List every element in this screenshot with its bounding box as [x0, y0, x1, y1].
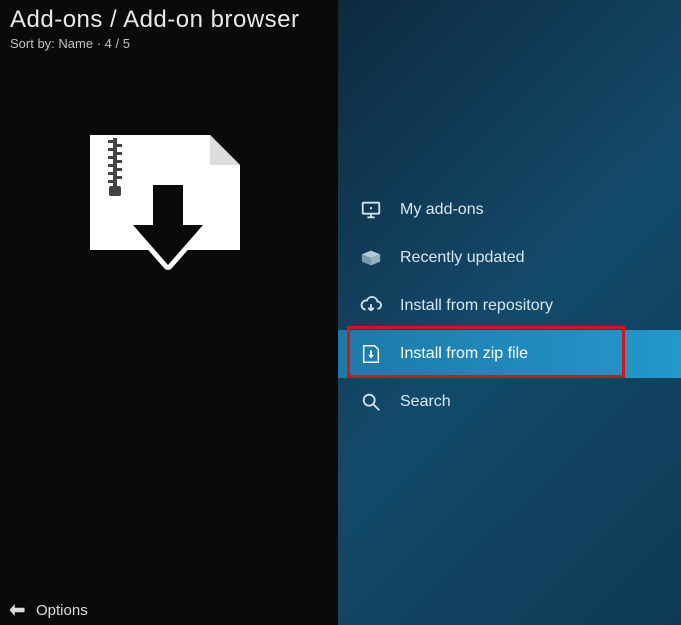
- search-icon: [360, 391, 382, 413]
- sort-prefix: Sort by:: [10, 36, 58, 51]
- side-panel: Add-ons / Add-on browser Sort by: Name ·…: [0, 0, 338, 625]
- sort-line: Sort by: Name · 4 / 5: [10, 36, 328, 51]
- options-arrow-icon: [8, 601, 26, 619]
- breadcrumb: Add-ons / Add-on browser: [10, 6, 328, 34]
- menu-item-install-zip[interactable]: Install from zip file: [338, 330, 681, 378]
- menu-item-search[interactable]: Search: [338, 378, 681, 426]
- cloud-download-icon: [360, 295, 382, 317]
- sort-value: Name: [58, 36, 93, 51]
- options-button[interactable]: Options: [8, 601, 88, 619]
- list-position: 4 / 5: [105, 36, 130, 51]
- menu-item-label: Install from zip file: [400, 345, 528, 363]
- header: Add-ons / Add-on browser Sort by: Name ·…: [0, 0, 338, 51]
- menu-item-my-addons[interactable]: My add-ons: [338, 186, 681, 234]
- box-open-icon: [360, 247, 382, 269]
- menu-item-install-repository[interactable]: Install from repository: [338, 282, 681, 330]
- zip-file-artwork: [85, 130, 245, 270]
- main-panel: My add-ons Recently updated: [338, 0, 681, 625]
- app-root: Add-ons / Add-on browser Sort by: Name ·…: [0, 0, 681, 625]
- options-label: Options: [36, 602, 88, 619]
- zip-install-icon: [360, 343, 382, 365]
- menu-list: My add-ons Recently updated: [338, 186, 681, 426]
- monitor-icon: [360, 199, 382, 221]
- menu-item-recently-updated[interactable]: Recently updated: [338, 234, 681, 282]
- sort-separator: ·: [93, 36, 105, 51]
- menu-item-label: Recently updated: [400, 249, 525, 267]
- menu-item-label: Install from repository: [400, 297, 553, 315]
- menu-item-label: Search: [400, 393, 451, 411]
- menu-item-label: My add-ons: [400, 201, 484, 219]
